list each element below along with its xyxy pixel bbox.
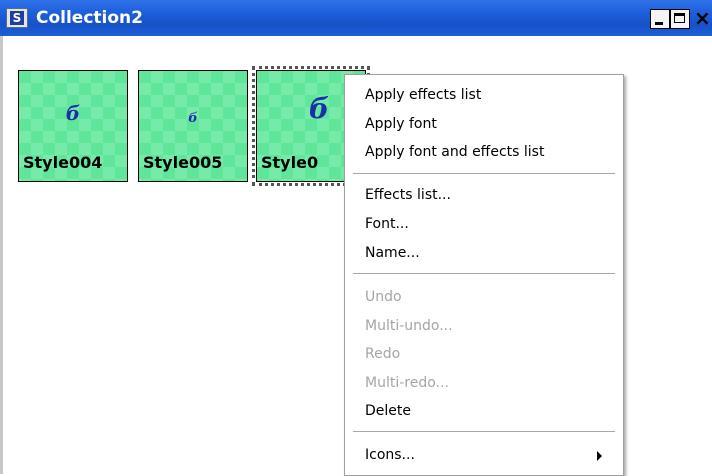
- submenu-arrow-icon: [597, 451, 602, 461]
- style-thumbnail-style005[interactable]: б Style005: [138, 70, 248, 182]
- style-label: Style004: [23, 153, 103, 172]
- menu-separator: [353, 173, 615, 174]
- menu-item-multi-redo: Multi-redo...: [365, 375, 449, 391]
- style-label: Style005: [143, 153, 223, 172]
- style-thumbnail-style004[interactable]: б Style004: [18, 70, 128, 182]
- menu-item-icons[interactable]: Icons...: [365, 445, 415, 465]
- style-glyph: б: [65, 101, 81, 125]
- menu-item-apply-font[interactable]: Apply font: [365, 114, 437, 134]
- menu-separator: [353, 273, 615, 274]
- menu-item-apply-effects-list[interactable]: Apply effects list: [365, 85, 481, 105]
- style-glyph: б: [188, 111, 198, 126]
- menu-item-redo: Redo: [365, 346, 401, 362]
- app-icon[interactable]: S: [6, 8, 28, 28]
- maximize-button[interactable]: [670, 9, 690, 29]
- menu-item-font[interactable]: Font...: [365, 214, 409, 234]
- menu-separator: [353, 431, 615, 432]
- window-title: Collection2: [36, 8, 143, 28]
- style-label: Style0: [261, 153, 319, 172]
- menu-item-delete[interactable]: Delete: [365, 401, 411, 421]
- app-icon-letter: S: [10, 11, 24, 25]
- title-bar[interactable]: S Collection2 ×: [0, 0, 712, 36]
- close-button[interactable]: ×: [694, 6, 711, 30]
- menu-item-name[interactable]: Name...: [365, 243, 420, 263]
- menu-item-effects-list[interactable]: Effects list...: [365, 185, 451, 205]
- context-menu: Apply effects list Apply font Apply font…: [344, 74, 624, 476]
- menu-item-undo: Undo: [365, 289, 402, 305]
- collection-window: S Collection2 × б Style004 б Style005 б …: [0, 0, 712, 476]
- menu-item-apply-font-and-effects-list[interactable]: Apply font and effects list: [365, 142, 544, 162]
- minimize-button[interactable]: [650, 9, 670, 29]
- menu-item-multi-undo: Multi-undo...: [365, 318, 453, 334]
